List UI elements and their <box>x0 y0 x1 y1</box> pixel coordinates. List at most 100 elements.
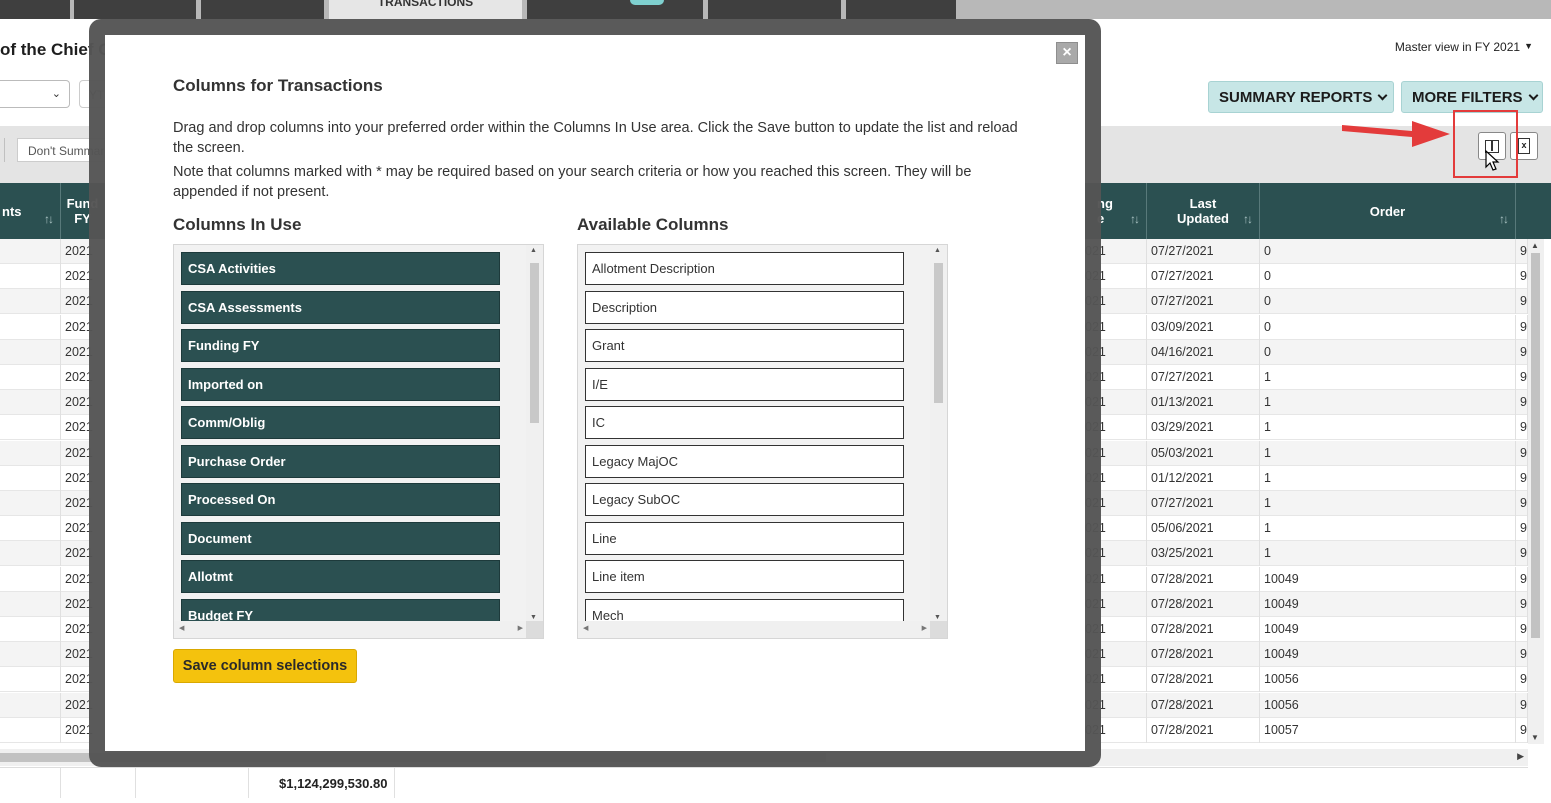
list-vertical-scrollbar[interactable]: ▲ ▼ <box>526 245 543 623</box>
table-cell: 01/12/2021 <box>1147 465 1260 491</box>
table-cell <box>0 717 61 743</box>
scroll-down-icon[interactable]: ▼ <box>530 614 537 621</box>
nav-tab-transactions[interactable]: TRANSACTIONS <box>329 0 522 19</box>
nav-tab[interactable] <box>0 0 70 19</box>
table-cell <box>0 365 61 390</box>
column-in-use-item[interactable]: CSA Assessments <box>181 290 500 324</box>
modal-note: Note that columns marked with * may be r… <box>173 164 972 200</box>
table-cell: 07/28/2021 <box>1147 566 1260 592</box>
column-in-use-item[interactable]: Funding FY <box>181 329 500 362</box>
available-column-item[interactable]: Legacy SubOC <box>585 483 904 516</box>
table-cell <box>0 566 61 592</box>
list-horizontal-scrollbar[interactable]: ◀ ▶ <box>174 621 528 638</box>
table-cell <box>0 541 61 567</box>
divider <box>4 138 5 162</box>
list-vertical-scrollbar[interactable]: ▲ ▼ <box>930 245 947 623</box>
scroll-right-icon[interactable]: ▶ <box>922 624 927 632</box>
available-column-item[interactable]: IC <box>585 406 904 439</box>
table-cell: 1 <box>1260 365 1516 390</box>
table-cell: 0 <box>1260 339 1516 365</box>
column-header[interactable]: nts ↑↓ <box>0 183 61 239</box>
nav-tab[interactable] <box>846 0 956 19</box>
table-cell: 9 <box>1516 465 1528 491</box>
filter-select[interactable]: ⌄ <box>0 80 70 108</box>
table-cell: 9 <box>1516 516 1528 542</box>
scrollbar-thumb[interactable] <box>1531 253 1540 638</box>
table-cell: 9 <box>1516 289 1528 315</box>
sort-icon[interactable]: ↑↓ <box>44 212 54 227</box>
scroll-down-icon[interactable]: ▼ <box>1531 733 1539 742</box>
close-icon[interactable]: × <box>1056 42 1078 64</box>
table-cell: 10049 <box>1260 591 1516 617</box>
scroll-right-icon[interactable]: ▶ <box>1517 751 1524 762</box>
table-cell: 10056 <box>1260 667 1516 693</box>
scroll-left-icon[interactable]: ◀ <box>583 624 588 632</box>
column-in-use-item[interactable]: CSA Activities <box>181 252 500 285</box>
available-column-item[interactable]: Description <box>585 290 904 324</box>
scroll-up-icon[interactable]: ▲ <box>934 247 941 254</box>
summary-reports-button[interactable]: SUMMARY REPORTS <box>1208 81 1394 113</box>
table-cell: 9 <box>1516 239 1528 264</box>
table-cell: 1 <box>1260 390 1516 416</box>
available-columns-list[interactable]: Mech Line item Line Legacy SubOC Legacy MajO… <box>577 244 948 639</box>
nav-tab[interactable] <box>527 0 703 19</box>
sort-icon[interactable]: ↑↓ <box>1130 212 1140 227</box>
save-column-selections-button[interactable]: Save column selections <box>173 649 357 683</box>
nav-tab[interactable] <box>708 0 841 19</box>
table-cell <box>0 491 61 516</box>
excel-icon: x <box>1518 138 1530 154</box>
top-navigation-bar: TRANSACTIONS <box>0 0 1551 19</box>
more-filters-label: MORE FILTERS <box>1412 89 1523 106</box>
column-in-use-item[interactable]: Comm/Oblig <box>181 406 500 439</box>
column-header-label: Order <box>1369 203 1406 219</box>
column-in-use-item[interactable]: Processed On <box>181 483 500 516</box>
scrollbar-thumb[interactable] <box>530 263 539 423</box>
scroll-up-icon[interactable]: ▲ <box>530 247 537 254</box>
table-cell: 05/03/2021 <box>1147 440 1260 466</box>
table-cell: 9 <box>1516 440 1528 466</box>
available-column-item[interactable]: Legacy MajOC <box>585 444 904 478</box>
scrollbar-thumb[interactable] <box>934 263 943 403</box>
sort-icon[interactable]: ↑↓ <box>1243 212 1253 227</box>
table-cell: 9 <box>1516 717 1528 743</box>
table-cell: 03/09/2021 <box>1147 314 1260 340</box>
column-in-use-item[interactable]: Imported on <box>181 367 500 401</box>
column-in-use-item[interactable]: Document <box>181 521 500 555</box>
table-cell <box>0 617 61 642</box>
table-cell: 07/27/2021 <box>1147 239 1260 264</box>
table-cell: 1 <box>1260 541 1516 567</box>
available-column-item[interactable]: Line item <box>585 560 904 593</box>
sort-icon[interactable]: ↑↓ <box>1499 212 1509 227</box>
table-cell: 9 <box>1516 642 1528 668</box>
more-filters-button[interactable]: MORE FILTERS <box>1401 81 1543 113</box>
table-vertical-scrollbar[interactable]: ▲ ▼ <box>1528 239 1544 744</box>
available-column-item[interactable]: I/E <box>585 367 904 401</box>
master-view-label: Master view in FY 2021 <box>1394 40 1521 54</box>
table-cell: 10057 <box>1260 717 1516 743</box>
table-cell: 01/13/2021 <box>1147 390 1260 416</box>
column-header-label: nts <box>2 203 22 219</box>
scroll-right-icon[interactable]: ▶ <box>518 624 523 632</box>
columns-in-use-list[interactable]: Budget FY Allotmt Document Processed On Purc… <box>173 244 544 639</box>
master-view-dropdown[interactable]: Master view in FY 2021 ▼ <box>1395 40 1533 54</box>
available-column-item[interactable]: Grant <box>585 329 904 362</box>
table-cell <box>0 314 61 340</box>
column-header-last-updated[interactable]: Last Updated ↑↓ <box>1147 183 1260 239</box>
available-columns-heading: Available Columns <box>577 215 729 234</box>
scroll-down-icon[interactable]: ▼ <box>934 614 941 621</box>
column-in-use-item[interactable]: Purchase Order <box>181 444 500 478</box>
summary-reports-label: SUMMARY REPORTS <box>1219 89 1373 106</box>
column-in-use-item[interactable]: Allotmt <box>181 560 500 593</box>
scroll-up-icon[interactable]: ▲ <box>1531 241 1539 250</box>
list-horizontal-scrollbar[interactable]: ◀ ▶ <box>578 621 932 638</box>
column-header-order[interactable]: Order ↑↓ <box>1260 183 1516 239</box>
table-cell: 07/28/2021 <box>1147 591 1260 617</box>
table-cell: 9 <box>1516 339 1528 365</box>
available-column-item[interactable]: Line <box>585 521 904 555</box>
available-column-item[interactable]: Allotment Description <box>585 252 904 285</box>
nav-tab[interactable] <box>201 0 324 19</box>
table-cell: 9 <box>1516 566 1528 592</box>
nav-tab[interactable] <box>74 0 196 19</box>
table-cell: 07/28/2021 <box>1147 717 1260 743</box>
scroll-left-icon[interactable]: ◀ <box>179 624 184 632</box>
